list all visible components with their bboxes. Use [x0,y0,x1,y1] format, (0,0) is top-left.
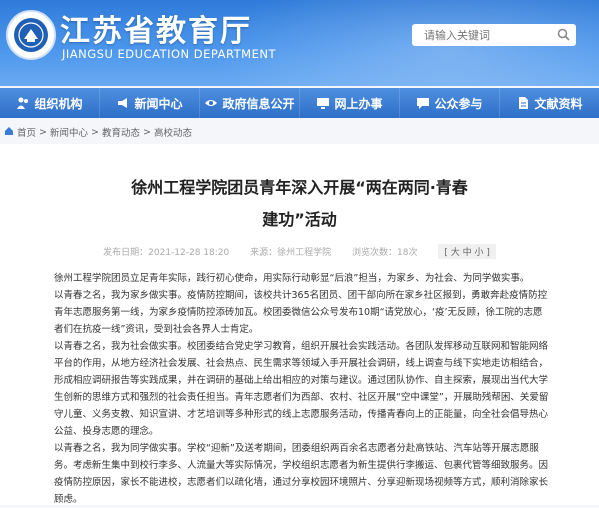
monitor-icon [316,96,330,110]
chat-icon [416,96,430,110]
publish-date: 发布日期：2021-12-28 18:20 [103,248,230,258]
breadcrumb-education-news[interactable]: 教育动态 [102,125,140,139]
breadcrumb-news[interactable]: 新闻中心 [50,125,88,139]
article-paragraph: 以青春之名，我为社会做实事。校团委结合党史学习教育，组织开展社会实践活动。各团队… [54,341,549,437]
breadcrumb-university-news[interactable]: 高校动态 [154,125,192,139]
font-size-control[interactable]: [ 大 中 小 ] [438,244,496,259]
department-logo[interactable] [6,10,56,60]
home-icon [4,126,14,139]
article-paragraph: 徐州工程学院团员立足青年实际，践行初心使命，用实际行动彰显“后浪”担当，为家乡、… [54,273,530,284]
article-body: 徐州工程学院团员立足青年实际，践行初心使命，用实际行动彰显“后浪”担当，为家乡、… [54,270,552,508]
eye-icon [204,96,218,110]
article-paragraph: 以青春之名，我为家乡做实事。疫情防控期间，该校共计365名团员、团干部向所在家乡… [54,290,548,335]
document-icon [516,96,530,110]
article-paragraph: 以青春之名，我为同学做实事。学校“迎新”及送考期间，团委组织两百余名志愿者分赴高… [54,443,549,505]
article-source: 来源：徐州工程学院 [250,248,332,258]
site-header: 江苏省教育厅 JIANGSU EDUCATION DEPARTMENT [0,0,599,86]
nav-label: 新闻中心 [134,96,183,111]
search-box [412,24,576,46]
nav-item-gov-info[interactable]: 政府信息公开 [200,88,300,118]
nav-item-organization[interactable]: 组织机构 [0,88,100,118]
breadcrumb: 首页 > 新闻中心 > 教育动态 > 高校动态 [0,122,599,142]
bullhorn-icon [116,96,130,110]
search-input[interactable] [422,27,554,43]
nav-label: 公众参与 [434,96,483,111]
nav-item-documents[interactable]: 文献资料 [500,88,599,118]
site-subtitle: JIANGSU EDUCATION DEPARTMENT [62,47,276,61]
article-title-line2: 建功”活动 [262,210,337,229]
breadcrumb-home[interactable]: 首页 [17,125,36,139]
article-meta: 发布日期：2021-12-28 18:20 来源：徐州工程学院 浏览次数：18次… [0,244,599,259]
nav-item-online-service[interactable]: 网上办事 [300,88,400,118]
nav-label: 组织机构 [34,96,83,111]
search-icon[interactable] [557,26,570,45]
article-title-line1: 徐州工程学院团员青年深入开展“两在两同·青春 [131,178,468,197]
article-panel: 徐州工程学院团员青年深入开展“两在两同·青春 建功”活动 发布日期：2021-1… [0,144,599,505]
nav-label: 网上办事 [334,96,383,111]
nav-item-public-participation[interactable]: 公众参与 [400,88,500,118]
site-title: 江苏省教育厅 [60,14,252,49]
main-nav: 组织机构 新闻中心 政府信息公开 网上办事 公众参与 文献资料 [0,88,599,118]
group-icon [16,96,30,110]
nav-label: 文献资料 [534,96,583,111]
nav-label: 政府信息公开 [222,96,295,111]
nav-item-news[interactable]: 新闻中心 [100,88,200,118]
view-count: 浏览次数：18次 [352,248,418,258]
